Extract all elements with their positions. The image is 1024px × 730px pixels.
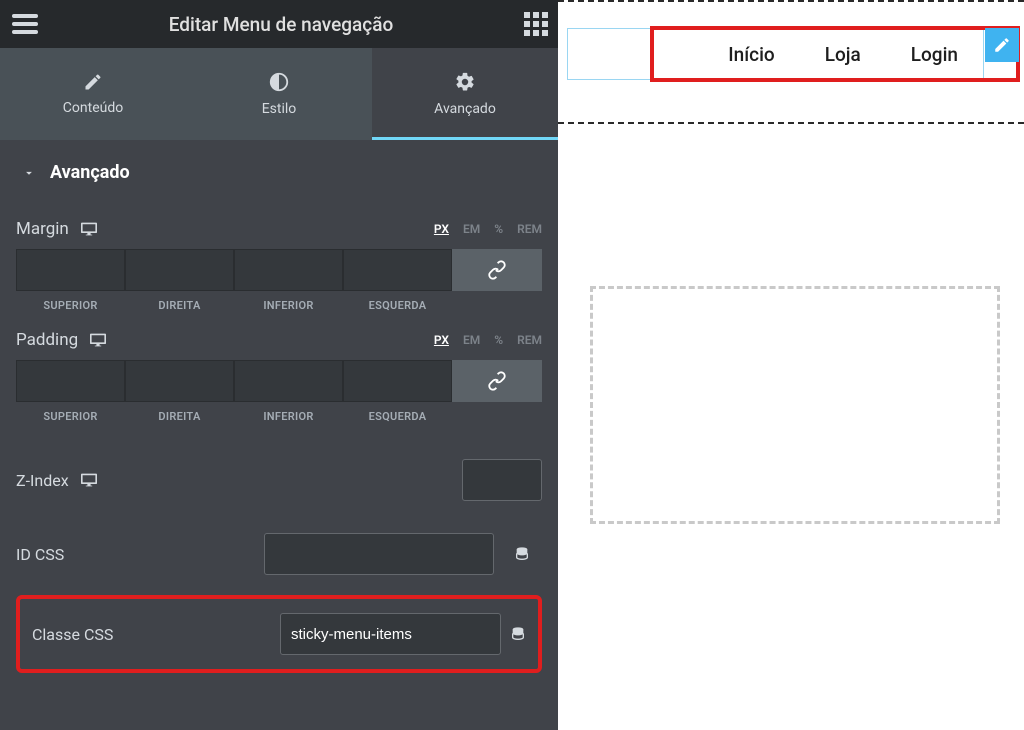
menu-icon[interactable] <box>12 14 38 34</box>
margin-right-input[interactable] <box>125 249 234 291</box>
tab-advanced[interactable]: Avançado <box>372 48 558 140</box>
zindex-input[interactable] <box>462 459 542 501</box>
panel-header: Editar Menu de navegação <box>0 0 558 48</box>
contrast-icon <box>268 71 290 93</box>
empty-section-placeholder[interactable] <box>590 286 1000 524</box>
link-icon <box>486 370 508 392</box>
preview-canvas: Início Loja Login <box>558 0 1024 730</box>
link-icon <box>486 259 508 281</box>
margin-link-toggle[interactable] <box>452 249 542 291</box>
editor-panel: Editar Menu de navegação Conteúdo Estilo… <box>0 0 558 730</box>
caret-down-icon <box>22 166 36 180</box>
section-advanced-header[interactable]: Avançado <box>0 140 558 203</box>
idcss-input[interactable] <box>264 533 494 575</box>
desktop-icon[interactable] <box>88 332 108 348</box>
classecss-highlight: Classe CSS <box>16 595 542 673</box>
margin-top-input[interactable] <box>16 249 125 291</box>
unit-pct[interactable]: % <box>494 222 503 236</box>
tab-content[interactable]: Conteúdo <box>0 48 186 140</box>
edit-widget-button[interactable] <box>985 28 1019 62</box>
desktop-icon[interactable] <box>79 221 99 237</box>
margin-control: Margin PX EM % REM SUPERIOR DIREITA INFE… <box>16 203 542 314</box>
padding-link-toggle[interactable] <box>452 360 542 402</box>
classecss-dynamic-icon[interactable] <box>509 616 526 652</box>
pencil-icon <box>993 36 1011 54</box>
margin-bottom-input[interactable] <box>234 249 343 291</box>
classecss-label: Classe CSS <box>32 625 113 644</box>
padding-right-input[interactable] <box>125 360 234 402</box>
idcss-label: ID CSS <box>16 545 64 564</box>
unit-rem[interactable]: REM <box>517 333 542 347</box>
pencil-icon <box>83 72 103 92</box>
padding-label: Padding <box>16 330 78 350</box>
tab-style[interactable]: Estilo <box>186 48 372 140</box>
unit-em[interactable]: EM <box>463 333 480 347</box>
database-icon <box>510 625 526 643</box>
padding-control: Padding PX EM % REM SUPERIOR DIREITA INF… <box>16 314 542 425</box>
zindex-label: Z-Index <box>16 471 69 490</box>
margin-left-input[interactable] <box>343 249 452 291</box>
database-icon <box>514 545 530 563</box>
unit-px[interactable]: PX <box>434 333 449 347</box>
unit-em[interactable]: EM <box>463 222 480 236</box>
unit-rem[interactable]: REM <box>517 222 542 236</box>
unit-pct[interactable]: % <box>494 333 503 347</box>
idcss-dynamic-icon[interactable] <box>502 536 542 572</box>
desktop-icon[interactable] <box>79 472 99 488</box>
padding-left-input[interactable] <box>343 360 452 402</box>
margin-label: Margin <box>16 219 69 239</box>
padding-bottom-input[interactable] <box>234 360 343 402</box>
padding-top-input[interactable] <box>16 360 125 402</box>
gear-icon <box>454 71 476 93</box>
widget-highlight <box>650 26 1020 82</box>
classecss-input[interactable] <box>280 613 501 655</box>
apps-grid-icon[interactable] <box>524 12 548 36</box>
panel-title: Editar Menu de navegação <box>38 13 524 36</box>
unit-px[interactable]: PX <box>434 222 449 236</box>
